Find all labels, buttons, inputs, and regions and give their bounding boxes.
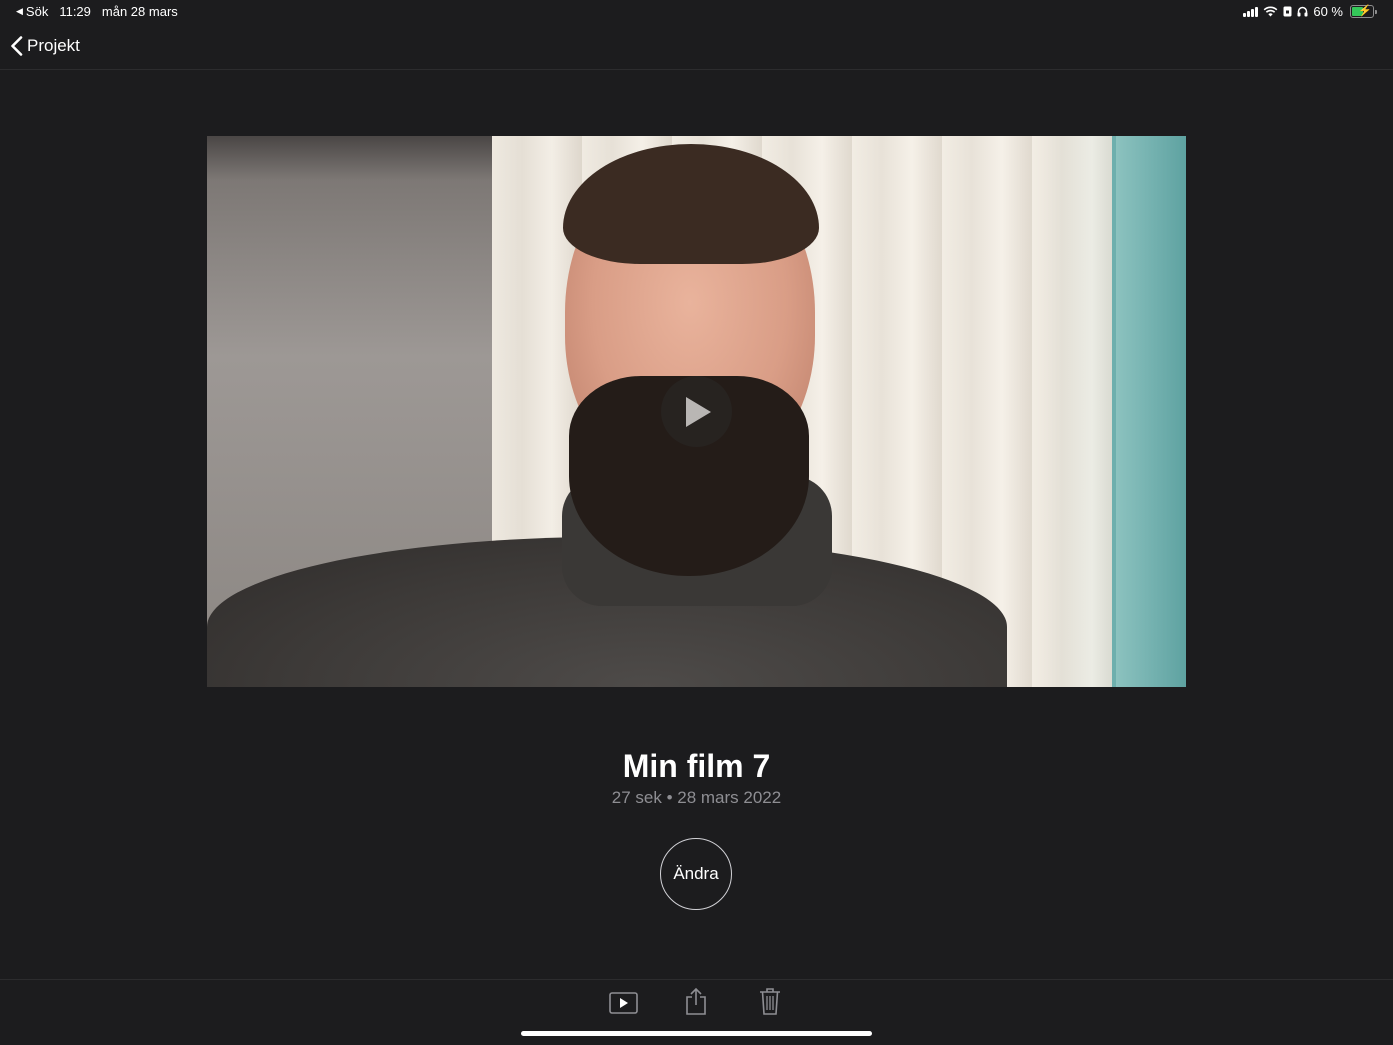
play-video-button[interactable] [661,376,732,447]
charging-bolt-icon: ⚡ [1358,5,1372,17]
video-frame-teal-area [1116,136,1186,687]
cellular-signal-icon [1243,6,1259,17]
back-button-label: Projekt [27,36,80,55]
edit-button-label: Ändra [673,864,719,883]
share-button[interactable] [679,986,713,1016]
navigation-bar: Projekt [0,26,1393,70]
share-icon [686,987,706,1015]
imovie-project-screen: ◀ Sök 11:29 mån 28 mars 60 % ⚡ Projekt M… [0,0,1393,1045]
status-right: 60 % ⚡ [1243,4,1377,19]
status-time: 11:29 [59,4,91,19]
video-preview[interactable] [207,136,1186,687]
delete-button[interactable] [753,986,787,1016]
project-title: Min film 7 [622,748,771,784]
status-left: ◀ Sök 11:29 mån 28 mars [16,4,178,19]
back-to-projects-button[interactable]: Projekt [10,36,80,56]
battery-percent: 60 % [1313,4,1343,19]
back-to-app-icon[interactable]: ◀ [16,6,23,17]
edit-project-button[interactable]: Ändra [660,838,732,910]
play-icon [608,992,638,1014]
battery-cap [1375,9,1377,14]
status-date: mån 28 mars [101,4,178,19]
home-indicator[interactable] [521,1031,872,1036]
chevron-left-icon [11,36,23,56]
battery-icon: ⚡ [1350,5,1374,18]
wifi-icon [1264,6,1278,17]
play-fullscreen-button[interactable] [606,988,640,1018]
lock-rotation-icon [1283,6,1292,17]
status-bar: ◀ Sök 11:29 mån 28 mars 60 % ⚡ [0,0,1393,26]
back-to-app-label[interactable]: Sök [26,4,48,19]
headphones-icon [1297,6,1308,17]
trash-icon [760,988,780,1015]
project-duration-date: 27 sek • 28 mars 2022 [611,788,782,807]
play-icon [685,396,711,427]
